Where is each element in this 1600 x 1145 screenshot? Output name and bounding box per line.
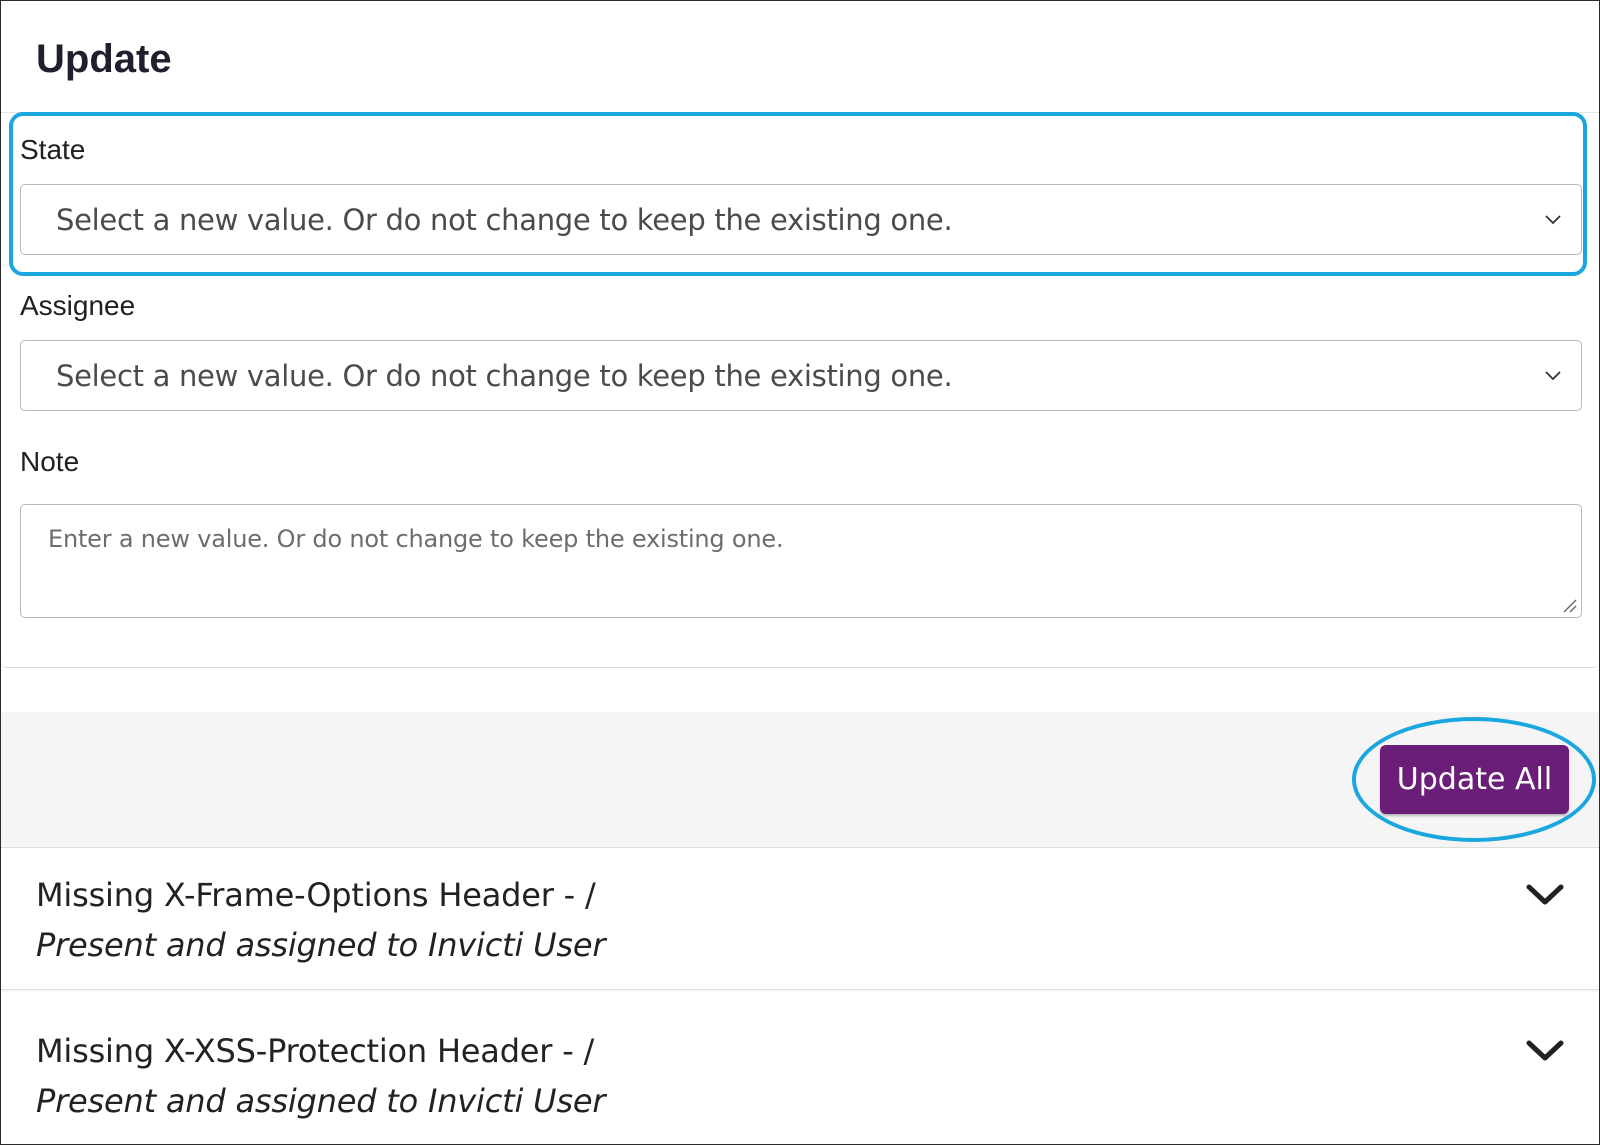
note-label: Note (20, 446, 80, 477)
chevron-down-icon[interactable] (1525, 1038, 1565, 1064)
action-bar (1, 712, 1599, 848)
issue-card[interactable]: Missing X-Frame-Options Header - / Prese… (1, 848, 1599, 990)
assignee-label: Assignee (20, 290, 136, 321)
issue-status: Present and assigned to Invicti User (36, 926, 606, 964)
issue-title: Missing X-Frame-Options Header - / (36, 876, 596, 914)
update-all-button[interactable]: Update All (1380, 745, 1569, 814)
chevron-down-icon (1545, 371, 1561, 381)
assignee-select-value: Select a new value. Or do not change to … (56, 359, 953, 393)
update-form-panel: Update State Select a new value. Or do n… (1, 1, 1599, 668)
issue-title: Missing X-XSS-Protection Header - / (36, 1032, 595, 1070)
panel-title: Update (36, 37, 172, 81)
state-highlight-outline (9, 112, 1587, 276)
issue-card[interactable]: Missing X-XSS-Protection Header - / Pres… (1, 1004, 1599, 1144)
chevron-down-icon[interactable] (1525, 882, 1565, 908)
issue-status: Present and assigned to Invicti User (36, 1082, 606, 1120)
note-placeholder: Enter a new value. Or do not change to k… (48, 525, 784, 553)
update-dialog: Update State Select a new value. Or do n… (0, 0, 1600, 1145)
note-textarea[interactable]: Enter a new value. Or do not change to k… (20, 504, 1582, 618)
assignee-select[interactable]: Select a new value. Or do not change to … (20, 340, 1582, 411)
resize-grip-icon[interactable] (1560, 596, 1578, 614)
